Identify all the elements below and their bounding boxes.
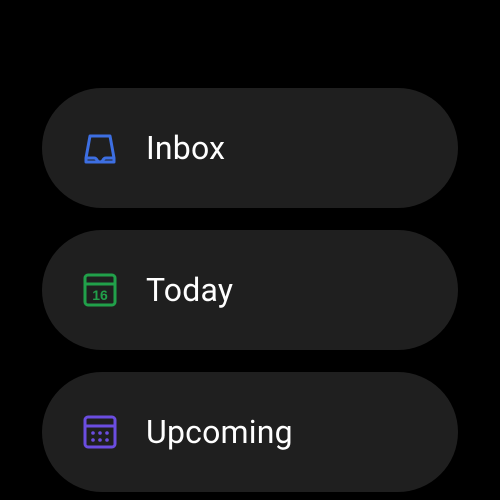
svg-text:16: 16: [92, 287, 108, 303]
inbox-icon: [80, 128, 120, 168]
menu-item-label: Upcoming: [146, 413, 293, 451]
calendar-today-icon: 16: [80, 270, 120, 310]
calendar-upcoming-icon: [80, 412, 120, 452]
menu-item-today[interactable]: 16 Today: [42, 230, 458, 350]
menu-item-upcoming[interactable]: Upcoming: [42, 372, 458, 492]
menu-item-inbox[interactable]: Inbox: [42, 88, 458, 208]
menu-item-label: Inbox: [146, 129, 225, 167]
menu-item-label: Today: [146, 271, 233, 309]
